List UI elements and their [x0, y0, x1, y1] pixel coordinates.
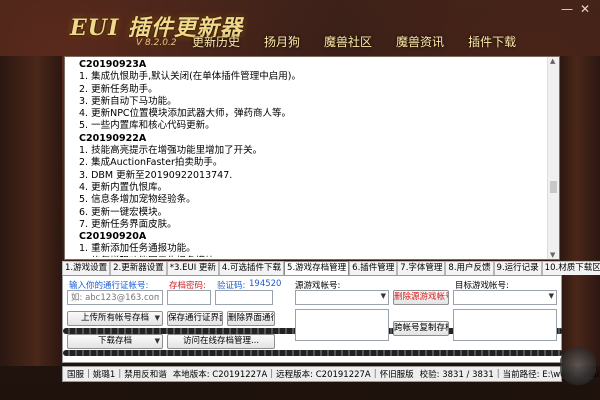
menu-dog[interactable]: 扬月狗	[252, 33, 312, 51]
status-user: 姚璐1	[92, 370, 116, 380]
log-entry: 6. 更新一键宏模块。	[79, 206, 168, 218]
dragon-emblem-icon	[560, 346, 596, 386]
status-remote-version: 远程版本: C20191227A	[276, 370, 371, 380]
window-controls: — ✕	[560, 2, 592, 16]
source-account-select[interactable]: ▼	[295, 290, 389, 305]
log-version-heading: C20190923A	[79, 59, 147, 70]
log-entry: 2. 更新任务助手。	[79, 83, 158, 95]
log-scrollbar[interactable]: ▲ ▼	[547, 57, 559, 259]
chevron-down-icon[interactable]: ▼	[155, 312, 160, 325]
menu-update-history[interactable]: 更新历史	[180, 33, 252, 51]
log-entry: 2. 集成AuctionFaster拍卖助手。	[79, 157, 223, 169]
tab-save-manager[interactable]: 5.游戏存档管理	[284, 261, 350, 275]
upload-saves-label: 上传所有帐号存档	[80, 313, 149, 323]
scroll-up-icon[interactable]: ▲	[550, 57, 555, 65]
status-checksum: 校验: 3831 / 3831	[419, 370, 494, 380]
tab-bar: 1.游戏设置 2.更新器设置 *3.EUI 更新 4.可选插件下载 5.游戏存档…	[62, 261, 600, 275]
target-account-list[interactable]	[453, 309, 557, 341]
chevron-down-icon: ▼	[548, 292, 554, 300]
chain-divider-bottom	[63, 350, 563, 356]
decor-right-border	[560, 56, 600, 366]
tab-eui-update[interactable]: *3.EUI 更新	[166, 261, 219, 275]
upload-saves-button[interactable]: 上传所有帐号存档 ▼	[67, 311, 163, 326]
log-entry: 4. 更新NPC位置模块添加武器大师，弹药商人等。	[79, 108, 292, 120]
status-separator: |	[87, 369, 90, 379]
download-saves-label: 下载存档	[97, 336, 132, 346]
chevron-down-icon[interactable]: ▼	[155, 335, 160, 348]
tab-plugin-manager[interactable]: 6.插件管理	[349, 261, 398, 275]
title-bar: EUI 插件更新器 V 8.2.0.2 更新历史 扬月狗 魔兽社区 魔兽资讯 插…	[0, 0, 600, 56]
status-separator: |	[270, 369, 274, 379]
delete-source-button[interactable]: 删除源游戏帐号	[393, 290, 449, 305]
tab-run-log[interactable]: 9.运行记录	[493, 261, 542, 275]
app-version: V 8.2.0.2	[136, 38, 177, 48]
status-classic: 怀旧服版	[379, 370, 414, 380]
app-window: EUI 插件更新器 V 8.2.0.2 更新历史 扬月狗 魔兽社区 魔兽资讯 插…	[0, 0, 600, 400]
top-menu: 更新历史 扬月狗 魔兽社区 魔兽资讯 插件下载	[180, 33, 528, 51]
save-manager-panel: 输入你的通行证帐号: 存档密码: 验证码: 194520 上传所有帐号存档 ▼ …	[62, 275, 563, 363]
save-password-input[interactable]	[167, 290, 211, 305]
delete-pass-button[interactable]: 删除界面通行证	[227, 311, 275, 326]
minimize-icon[interactable]: —	[560, 2, 574, 16]
status-local-version: 本地版本: C20191227A	[172, 370, 268, 380]
menu-community[interactable]: 魔兽社区	[312, 33, 384, 51]
log-entry: 1. 重新添加任务通报功能。	[79, 243, 196, 255]
scroll-down-icon[interactable]: ▼	[550, 251, 555, 259]
tab-game-settings[interactable]: 1.游戏设置	[62, 261, 111, 275]
log-entry: 3. 更新自动下马功能。	[79, 95, 177, 107]
pass-account-input[interactable]	[67, 290, 163, 305]
status-region: 国服	[67, 370, 85, 380]
log-entry: 4. 更新内置仇恨库。	[79, 181, 168, 193]
copy-saves-button[interactable]: 跨帐号复制存档	[393, 321, 449, 336]
log-entry: 5. 一些内置库和核心代码更新。	[79, 120, 215, 132]
log-version-heading: C20190922A	[79, 132, 147, 144]
tab-feedback[interactable]: 8.用户反馈	[445, 261, 494, 275]
status-bar: 国服 | 姚璐1 | 禁用反和谐 本地版本: C20191227A | 远程版本: C…	[62, 366, 600, 382]
tab-optional-plugins[interactable]: 4.可选插件下载	[218, 261, 285, 275]
target-account-select[interactable]: ▼	[453, 290, 557, 305]
log-entry: 1. 集成仇恨助手,默认关闭(在单体插件管理中启用)。	[79, 71, 302, 83]
source-account-list[interactable]	[295, 309, 389, 341]
status-harmony: 禁用反和谐	[124, 370, 167, 380]
status-separator: |	[496, 369, 500, 379]
close-icon[interactable]: ✕	[578, 2, 592, 16]
log-entry: 1. 技能高亮提示在增强功能里增加了开关。	[79, 145, 263, 157]
chevron-down-icon: ▼	[380, 292, 386, 300]
log-entry: 3. DBM 更新至20190922013747.	[79, 169, 233, 181]
visit-online-button[interactable]: 访问在线存档管理...	[167, 334, 275, 349]
captcha-value: 194520	[249, 279, 282, 289]
log-entry: 5. 信息条增加宠物经验条。	[79, 194, 196, 206]
log-entry: 2. 修复增强功能图示仇恨条模块	[79, 256, 539, 257]
update-log-text: C20190923A 1. 集成仇恨助手,默认关闭(在单体插件管理中启用)。 2. …	[79, 59, 539, 257]
tab-texture-download[interactable]: 10.材质下载区	[541, 261, 600, 275]
scroll-thumb[interactable]	[550, 181, 557, 193]
captcha-input[interactable]	[215, 290, 273, 305]
download-saves-button[interactable]: 下载存档 ▼	[67, 334, 163, 349]
menu-plugin-download[interactable]: 插件下载	[456, 33, 528, 51]
status-separator: |	[118, 369, 122, 379]
save-pass-button[interactable]: 保存通行证界面	[167, 311, 223, 326]
log-version-heading: C20190920A	[79, 231, 147, 243]
log-entry: 7. 更新任务界面皮肤。	[79, 218, 177, 230]
tab-font-manager[interactable]: 7.字体管理	[397, 261, 446, 275]
tab-updater-settings[interactable]: 2.更新器设置	[110, 261, 167, 275]
decor-left-border	[0, 56, 62, 366]
status-separator: |	[373, 369, 377, 379]
menu-news[interactable]: 魔兽资讯	[384, 33, 456, 51]
update-log[interactable]: C20190923A 1. 集成仇恨助手,默认关闭(在单体插件管理中启用)。 2. …	[64, 56, 560, 260]
